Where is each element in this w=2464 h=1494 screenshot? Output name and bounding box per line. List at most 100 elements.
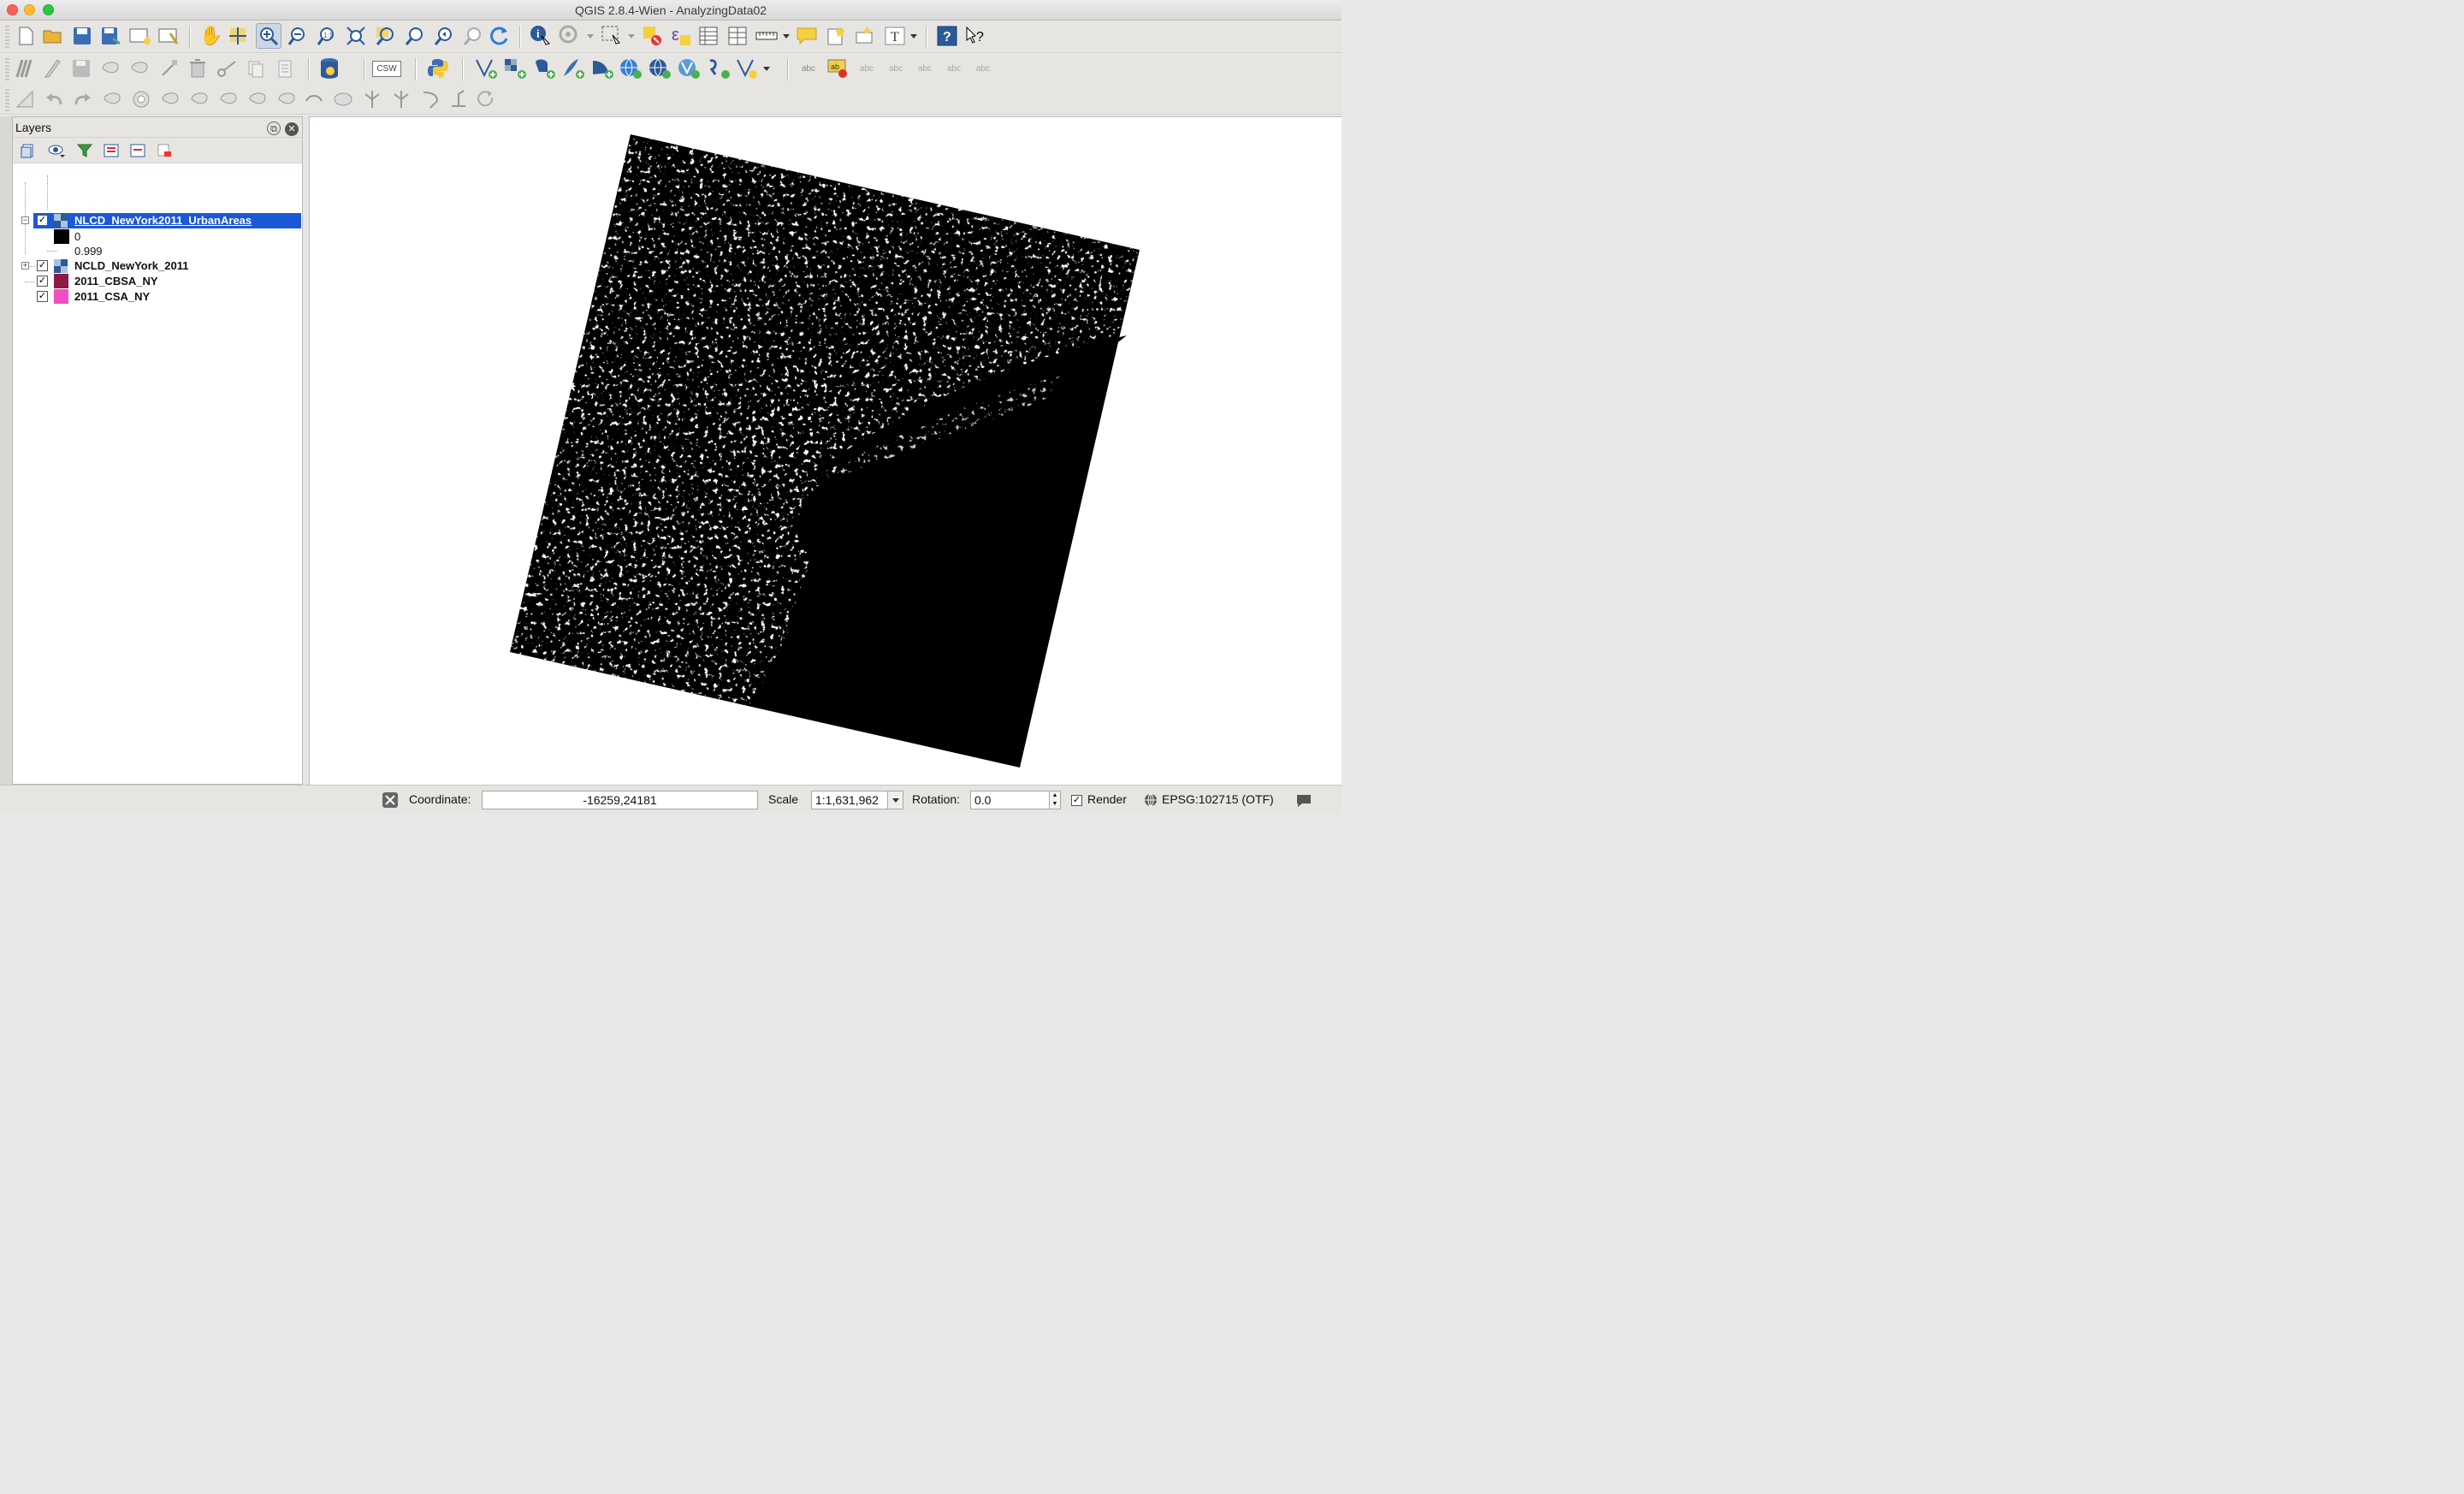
zoom-out-icon[interactable] xyxy=(285,23,311,49)
layer-row-urban-areas[interactable]: − ✓ NLCD_NewYork2011_UrbanAreas xyxy=(13,213,302,228)
add-ring-icon[interactable] xyxy=(128,86,154,112)
whats-this-icon[interactable]: ? xyxy=(963,23,989,49)
zoom-last-icon[interactable] xyxy=(430,23,456,49)
toggle-editing-icon[interactable] xyxy=(39,56,65,81)
node-tool-icon[interactable] xyxy=(157,56,183,81)
map-canvas[interactable] xyxy=(309,116,1342,785)
measure-dropdown-icon[interactable] xyxy=(783,34,790,39)
new-layer-dropdown-icon[interactable] xyxy=(763,67,770,71)
rotate-label-icon[interactable]: abc xyxy=(941,56,967,81)
field-calculator-icon[interactable] xyxy=(725,23,750,49)
composer-manager-icon[interactable] xyxy=(157,23,182,49)
text-annotation-icon[interactable]: T xyxy=(882,23,908,49)
help-icon[interactable]: ? xyxy=(934,23,960,49)
scale-combobox[interactable]: 1:1,631,962 xyxy=(811,791,903,809)
fill-ring-icon[interactable] xyxy=(187,86,212,112)
scale-dropdown-icon[interactable] xyxy=(887,791,903,809)
run-action-dropdown-icon[interactable] xyxy=(587,34,594,39)
move-label-icon[interactable]: abc xyxy=(912,56,938,81)
render-checkbox[interactable]: ✓ xyxy=(1071,795,1082,806)
advanced-digitizing-icon[interactable] xyxy=(12,86,38,112)
add-mssql-layer-icon[interactable] xyxy=(589,56,615,81)
save-as-icon[interactable] xyxy=(98,23,124,49)
cut-features-icon[interactable] xyxy=(214,56,240,81)
copy-features-icon[interactable] xyxy=(243,56,269,81)
python-console-icon[interactable] xyxy=(425,56,451,81)
layer-row-csa[interactable]: ✓ 2011_CSA_NY xyxy=(13,289,302,305)
manage-visibility-icon[interactable] xyxy=(47,142,66,159)
csw-button[interactable]: CSW xyxy=(371,56,402,81)
layer-row-ncld-newyork[interactable]: + ✓ NCLD_NewYork_2011 xyxy=(13,258,302,274)
select-by-expression-icon[interactable]: ε xyxy=(668,23,694,49)
remove-layer-icon[interactable] xyxy=(155,142,174,159)
add-spatialite-layer-icon[interactable] xyxy=(560,56,586,81)
add-vector-layer-icon[interactable] xyxy=(473,56,499,81)
layer-labeling-icon[interactable]: abc xyxy=(796,56,821,81)
layer-visibility-checkbox[interactable]: ✓ xyxy=(37,291,48,302)
new-project-icon[interactable] xyxy=(13,23,38,49)
add-postgis-layer-icon[interactable] xyxy=(531,56,557,81)
crs-globe-icon[interactable] xyxy=(1144,793,1158,809)
offset-curve-icon[interactable] xyxy=(301,86,327,112)
db-manager-icon[interactable] xyxy=(317,56,342,81)
delete-part-icon[interactable] xyxy=(245,86,270,112)
save-edits-icon[interactable] xyxy=(68,56,94,81)
rotation-field[interactable]: 0.0 xyxy=(970,791,1051,809)
pin-labels-icon[interactable]: abc xyxy=(854,56,880,81)
coordinate-field[interactable]: -16259,24181 xyxy=(482,791,758,809)
split-parts-icon[interactable] xyxy=(359,86,385,112)
layer-visibility-checkbox[interactable]: ✓ xyxy=(37,276,48,287)
paste-features-icon[interactable] xyxy=(272,56,298,81)
delete-ring-icon[interactable] xyxy=(216,86,241,112)
annotation-dropdown-icon[interactable] xyxy=(910,34,917,39)
add-delimited-text-layer-icon[interactable] xyxy=(706,56,732,81)
move-feature-icon[interactable] xyxy=(127,56,153,81)
show-bookmarks-icon[interactable] xyxy=(852,23,878,49)
zoom-in-icon[interactable] xyxy=(256,23,281,49)
new-print-composer-icon[interactable] xyxy=(127,23,153,49)
labeling-toolbar-icon[interactable]: ab xyxy=(825,56,850,81)
split-features-icon[interactable] xyxy=(330,86,356,112)
pan-icon[interactable]: ✋ xyxy=(198,23,224,49)
add-wfs-layer-icon[interactable] xyxy=(676,56,702,81)
expand-all-icon[interactable] xyxy=(102,142,121,159)
undock-panel-icon[interactable]: ⧉ xyxy=(267,122,281,135)
layer-row-cbsa[interactable]: ✓ 2011_CBSA_NY xyxy=(13,274,302,289)
new-bookmark-icon[interactable] xyxy=(824,23,850,49)
redo-icon[interactable] xyxy=(70,86,96,112)
identify-icon[interactable]: i xyxy=(528,23,554,49)
zoom-next-icon[interactable] xyxy=(459,23,485,49)
rotate-point-symbols-icon[interactable] xyxy=(446,86,471,112)
current-edits-icon[interactable] xyxy=(12,56,38,81)
collapse-all-icon[interactable] xyxy=(128,142,147,159)
deselect-icon[interactable] xyxy=(640,23,666,49)
add-part-icon[interactable] xyxy=(157,86,183,112)
crs-label[interactable]: EPSG:102715 (OTF) xyxy=(1162,792,1274,806)
merge-attributes-icon[interactable] xyxy=(418,86,443,112)
filter-legend-icon[interactable] xyxy=(75,142,94,159)
collapse-layer-toggle[interactable]: − xyxy=(21,216,29,224)
zoom-to-layer-icon[interactable] xyxy=(401,23,427,49)
pan-to-selection-icon[interactable] xyxy=(226,23,252,49)
messages-icon[interactable] xyxy=(1295,793,1312,811)
delete-selected-icon[interactable] xyxy=(185,56,210,81)
coordinate-toggle-icon[interactable] xyxy=(382,791,399,811)
layer-visibility-checkbox[interactable]: ✓ xyxy=(37,215,48,226)
add-group-icon[interactable] xyxy=(18,142,37,159)
zoom-actual-size-icon[interactable]: 1:1 xyxy=(314,23,340,49)
zoom-to-selection-icon[interactable] xyxy=(372,23,398,49)
simplify-feature-icon[interactable] xyxy=(99,86,125,112)
rotation-spinner[interactable]: ▲ ▼ xyxy=(1049,791,1061,809)
measure-icon[interactable] xyxy=(754,23,779,49)
add-raster-layer-icon[interactable] xyxy=(502,56,528,81)
dock-splitter[interactable] xyxy=(303,116,309,785)
open-project-icon[interactable] xyxy=(40,23,66,49)
expand-layer-toggle[interactable]: + xyxy=(21,262,29,270)
undo-icon[interactable] xyxy=(41,86,67,112)
refresh-icon[interactable] xyxy=(487,23,512,49)
select-dropdown-icon[interactable] xyxy=(628,34,635,39)
zoom-full-icon[interactable] xyxy=(343,23,369,49)
merge-features-icon[interactable] xyxy=(388,86,414,112)
map-tips-icon[interactable] xyxy=(794,23,820,49)
add-feature-icon[interactable] xyxy=(98,56,124,81)
